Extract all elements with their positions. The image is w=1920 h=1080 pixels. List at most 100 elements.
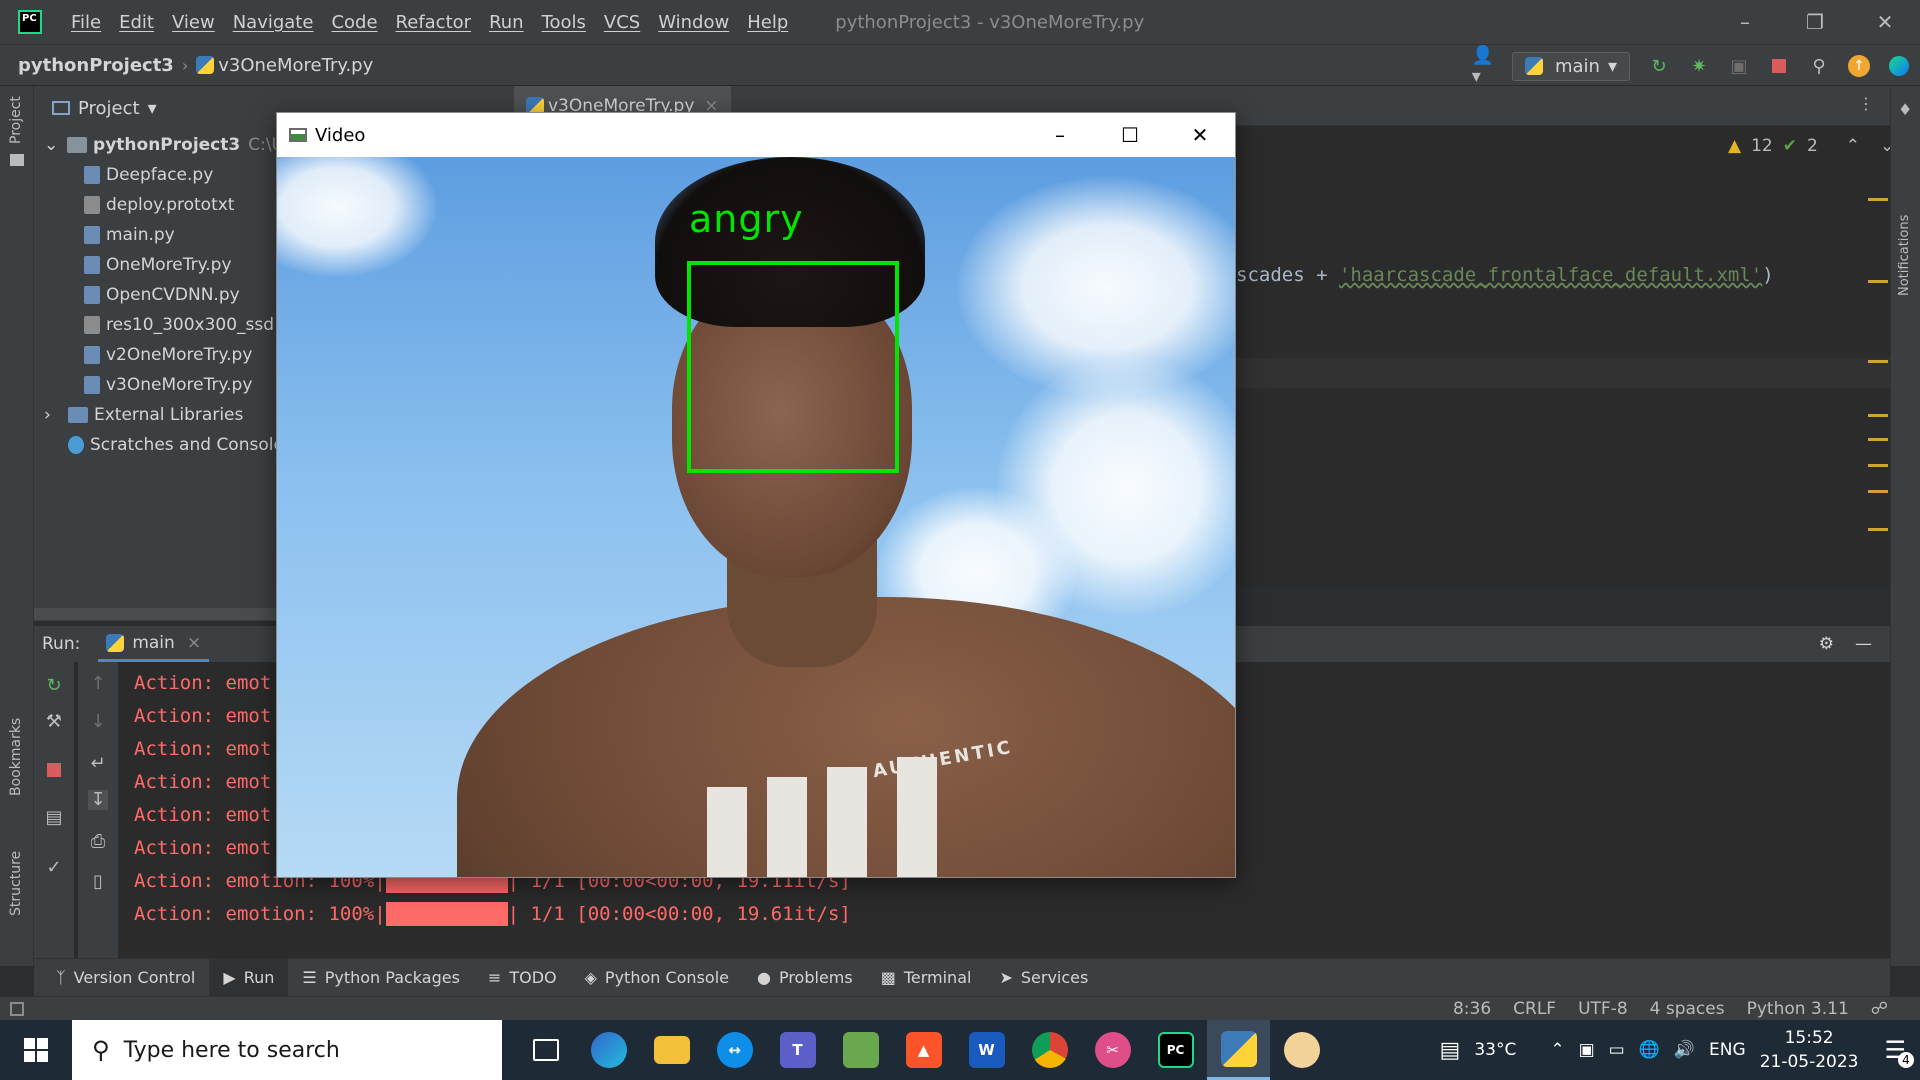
input-language[interactable]: ENG <box>1709 1040 1746 1060</box>
menu-run[interactable]: Run <box>480 12 533 33</box>
temperature[interactable]: 33°C <box>1474 1040 1516 1060</box>
notification-center-icon[interactable]: ☰ 4 <box>1884 1036 1914 1068</box>
more-options-icon[interactable]: ⋮ <box>1858 94 1874 113</box>
video-window-titlebar[interactable]: Video – ☐ ✕ <box>277 113 1235 157</box>
search-icon[interactable]: ⚲ <box>1808 55 1830 77</box>
update-icon[interactable]: ↑ <box>1848 55 1870 77</box>
project-tool-button[interactable]: Project <box>8 96 24 144</box>
warning-marker[interactable] <box>1868 280 1888 283</box>
chevron-up-icon[interactable]: ⌃ <box>1550 1040 1564 1060</box>
tab-run[interactable]: ▶ Run <box>209 958 289 997</box>
tree-file[interactable]: Deepface.py <box>44 160 284 190</box>
close-icon[interactable]: ✕ <box>1165 113 1235 157</box>
chevron-right-icon[interactable]: › <box>44 405 68 425</box>
line-separator[interactable]: CRLF <box>1513 999 1556 1019</box>
chrome-icon[interactable] <box>1018 1020 1081 1080</box>
wrench-icon[interactable]: ⚒ <box>44 712 64 732</box>
warning-marker[interactable] <box>1868 198 1888 201</box>
menu-window[interactable]: Window <box>649 12 738 33</box>
teams-icon[interactable]: T <box>766 1020 829 1080</box>
close-icon[interactable]: ✕ <box>1850 10 1920 34</box>
project-horizontal-scrollbar[interactable] <box>34 608 284 620</box>
layout-toggle-icon[interactable] <box>10 1001 24 1016</box>
notifications-tool-button[interactable]: Notifications <box>1897 215 1912 296</box>
warning-marker[interactable] <box>1868 360 1888 363</box>
warning-marker[interactable] <box>1868 490 1888 493</box>
weather-icon[interactable]: ▤ <box>1440 1038 1461 1063</box>
user-icon[interactable]: 👤▾ <box>1472 45 1494 87</box>
tree-file[interactable]: OpenCVDNN.py <box>44 280 284 310</box>
lock-icon[interactable]: ☍ <box>1871 999 1888 1019</box>
tree-file[interactable]: v3OneMoreTry.py <box>44 370 284 400</box>
menu-navigate[interactable]: Navigate <box>224 12 323 33</box>
snipping-tool-icon[interactable]: ✂ <box>1081 1020 1144 1080</box>
trash-icon[interactable]: ▯ <box>88 872 108 892</box>
chevron-up-icon[interactable]: ⌃ <box>1846 136 1860 156</box>
print-icon[interactable]: ⎙ <box>88 832 108 852</box>
debug-icon[interactable]: ✷ <box>1688 55 1710 77</box>
coverage-icon[interactable]: ▣ <box>1728 55 1750 77</box>
tree-file[interactable]: res10_300x300_ssd <box>44 310 284 340</box>
edge-icon[interactable] <box>577 1020 640 1080</box>
menu-refactor[interactable]: Refactor <box>387 12 481 33</box>
warning-marker[interactable] <box>1868 464 1888 467</box>
bell-icon[interactable]: ♦ <box>1898 100 1912 119</box>
rerun-icon[interactable]: ↻ <box>44 676 64 696</box>
video-window[interactable]: Video – ☐ ✕ AUTHENTIC angry <box>276 112 1236 878</box>
tree-file[interactable]: OneMoreTry.py <box>44 250 284 280</box>
run-configuration-select[interactable]: main ▾ <box>1511 51 1630 81</box>
tree-file[interactable]: deploy.prototxt <box>44 190 284 220</box>
pin-icon[interactable]: ✓ <box>44 858 64 878</box>
layout-icon[interactable]: ▤ <box>44 808 64 828</box>
teamviewer-icon[interactable]: ↔ <box>703 1020 766 1080</box>
hide-panel-icon[interactable]: — <box>1855 634 1872 654</box>
menu-tools[interactable]: Tools <box>533 12 595 33</box>
breadcrumb-file[interactable]: v3OneMoreTry.py <box>218 55 373 76</box>
tab-version-control[interactable]: ᛉ Version Control <box>42 959 209 997</box>
menu-view[interactable]: View <box>163 12 224 33</box>
network-icon[interactable]: 🌐 <box>1639 1040 1660 1060</box>
menu-edit[interactable]: Edit <box>110 12 163 33</box>
tab-terminal[interactable]: ▩ Terminal <box>867 959 986 997</box>
menu-file[interactable]: File <box>62 12 110 33</box>
menu-code[interactable]: Code <box>322 12 386 33</box>
menu-help[interactable]: Help <box>738 12 797 33</box>
file-encoding[interactable]: UTF-8 <box>1578 999 1628 1019</box>
tab-problems[interactable]: ● Problems <box>743 959 867 997</box>
warning-marker[interactable] <box>1868 438 1888 441</box>
meet-now-icon[interactable]: ▣ <box>1579 1040 1595 1060</box>
tab-todo[interactable]: ≡ TODO <box>474 959 571 997</box>
python-icon[interactable] <box>1207 1020 1270 1080</box>
run-tab-main[interactable]: main × <box>98 626 210 662</box>
paint-icon[interactable] <box>1270 1020 1333 1080</box>
tree-root[interactable]: ⌄ pythonProject3 C:\U <box>44 130 284 160</box>
menu-vcs[interactable]: VCS <box>595 12 649 33</box>
start-button[interactable] <box>0 1020 72 1080</box>
tab-services[interactable]: ➤ Services <box>985 959 1102 997</box>
file-explorer-icon[interactable] <box>640 1020 703 1080</box>
scroll-to-end-icon[interactable]: ↧ <box>88 790 108 810</box>
arrow-down-icon[interactable]: ↓ <box>88 712 108 732</box>
notepad-icon[interactable] <box>829 1020 892 1080</box>
restore-icon[interactable]: ❐ <box>1780 10 1850 34</box>
tab-python-console[interactable]: ◈ Python Console <box>571 959 743 997</box>
tree-file[interactable]: v2OneMoreTry.py <box>44 340 284 370</box>
tree-external-libraries[interactable]: › External Libraries <box>44 400 284 430</box>
warning-marker[interactable] <box>1868 414 1888 417</box>
chevron-down-icon[interactable]: ⌄ <box>44 135 67 155</box>
arrow-up-icon[interactable]: ↑ <box>88 674 108 694</box>
jetbrains-toolbox-icon[interactable] <box>1888 55 1910 77</box>
minimize-icon[interactable]: – <box>1025 113 1095 157</box>
clock[interactable]: 15:52 21-05-2023 <box>1760 1026 1859 1074</box>
volume-icon[interactable]: 🔊 <box>1674 1040 1695 1060</box>
brave-icon[interactable]: ▲ <box>892 1020 955 1080</box>
task-view-icon[interactable] <box>514 1020 577 1080</box>
stop-icon[interactable] <box>1768 55 1790 77</box>
tree-file[interactable]: main.py <box>44 220 284 250</box>
bookmarks-tool-button[interactable]: Bookmarks <box>8 718 24 796</box>
tab-python-packages[interactable]: ☰ Python Packages <box>288 959 474 997</box>
indent-setting[interactable]: 4 spaces <box>1650 999 1725 1019</box>
project-panel-title[interactable]: Project <box>78 98 140 119</box>
maximize-icon[interactable]: ☐ <box>1095 113 1165 157</box>
structure-tool-button[interactable]: Structure <box>8 851 24 916</box>
